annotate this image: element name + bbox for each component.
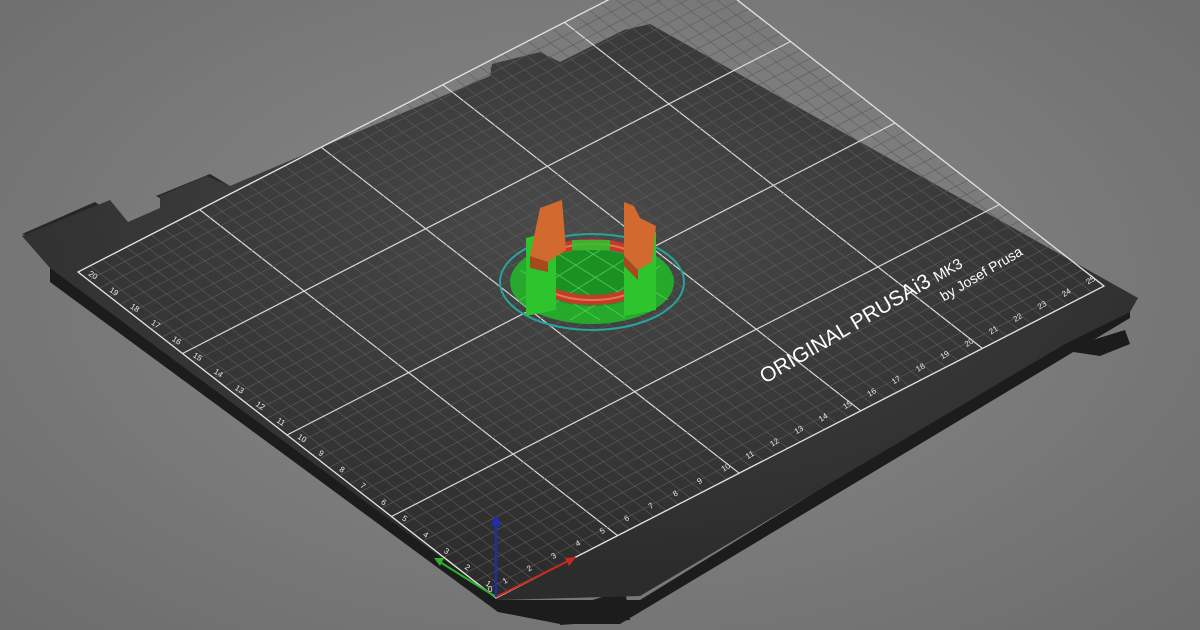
origin-label: 0: [488, 585, 493, 594]
print-bed: [22, 24, 1138, 625]
inner-support-block: [572, 240, 610, 250]
3d-viewport[interactable]: 1234567891011121314151617181920212223242…: [0, 0, 1200, 630]
